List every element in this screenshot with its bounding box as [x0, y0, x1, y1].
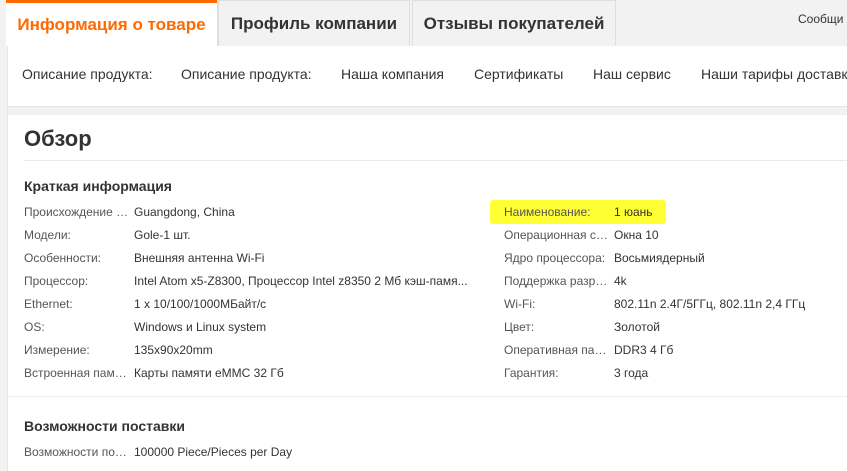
spec-key: Процессор: — [24, 274, 89, 288]
overview-title: Обзор — [24, 126, 92, 151]
spec-key: Оперативная пам... — [504, 343, 610, 357]
spec-value: Gole-1 шт. — [134, 228, 191, 242]
tab-product-info[interactable]: Информация о товаре — [6, 0, 217, 47]
nav-certificates[interactable]: Сертификаты — [474, 66, 563, 82]
spec-value: Золотой — [614, 320, 660, 334]
spec-key: Операционная си... — [504, 228, 610, 242]
tab-company-profile[interactable]: Профиль компании — [218, 0, 410, 46]
product-info-panel: Описание продукта: Описание продукта: На… — [7, 46, 847, 471]
quick-info-title: Краткая информация — [24, 178, 172, 194]
spec-key: Возможности пост... — [24, 445, 132, 459]
spec-value: 802.11n 2.4Г/5ГГц, 802.11n 2,4 ГГц — [614, 297, 806, 311]
nav-our-service[interactable]: Наш сервис — [593, 66, 671, 82]
nav-product-description-2[interactable]: Описание продукта: — [181, 66, 312, 82]
divider — [24, 160, 847, 161]
spec-key: Модели: — [24, 228, 71, 242]
spec-key: OS: — [24, 320, 45, 334]
spec-key: Измерение: — [24, 343, 90, 357]
spec-key: Цвет: — [504, 320, 535, 334]
spec-value: Intel Atom x5-Z8300, Процессор Intel z83… — [134, 274, 468, 288]
nav-shipping-rates[interactable]: Наши тарифы доставки — [701, 66, 847, 82]
divider — [8, 396, 847, 407]
nav-our-company[interactable]: Наша компания — [341, 66, 444, 82]
spec-key: Поддержка разре... — [504, 274, 610, 288]
nav-product-description-1[interactable]: Описание продукта: — [22, 66, 153, 82]
spec-value: Windows и Linux system — [134, 320, 267, 334]
spec-value: 135x90x20mm — [134, 343, 213, 357]
spec-key: Особенности: — [24, 251, 102, 265]
spec-key: Встроенная памя... — [24, 366, 130, 380]
spec-value: Guangdong, China — [134, 205, 235, 219]
spec-key: Наименование: — [504, 205, 591, 219]
spec-value: 4k — [614, 274, 627, 288]
spec-value: Карты памяти eMMC 32 Гб — [134, 366, 284, 380]
divider — [8, 107, 847, 115]
spec-value: Окна 10 — [614, 228, 659, 242]
spec-value: Восьмиядерный — [614, 251, 705, 265]
spec-value: 1 юань — [614, 205, 653, 219]
spec-key: Ethernet: — [24, 297, 73, 311]
spec-key: Происхождение т... — [24, 205, 130, 219]
spec-value: 3 года — [614, 366, 649, 380]
spec-value: DDR3 4 Гб — [614, 343, 674, 357]
tab-reviews[interactable]: Отзывы покупателей — [412, 0, 616, 46]
spec-key: Гарантия: — [504, 366, 559, 380]
spec-key: Wi-Fi: — [504, 297, 536, 311]
spec-value: 1 x 10/100/1000МБайт/с — [134, 297, 267, 311]
spec-value: 100000 Piece/Pieces per Day — [134, 445, 293, 459]
tab-bar: Информация о товаре Профиль компании Отз… — [0, 0, 847, 47]
section-nav: Описание продукта: Описание продукта: На… — [8, 46, 847, 107]
supply-title: Возможности поставки — [24, 418, 185, 434]
spec-key: Ядро процессора: — [504, 251, 606, 265]
tab-messages[interactable]: Сообщи — [798, 12, 843, 26]
spec-value: Внешняя антенна Wi-Fi — [134, 251, 265, 265]
